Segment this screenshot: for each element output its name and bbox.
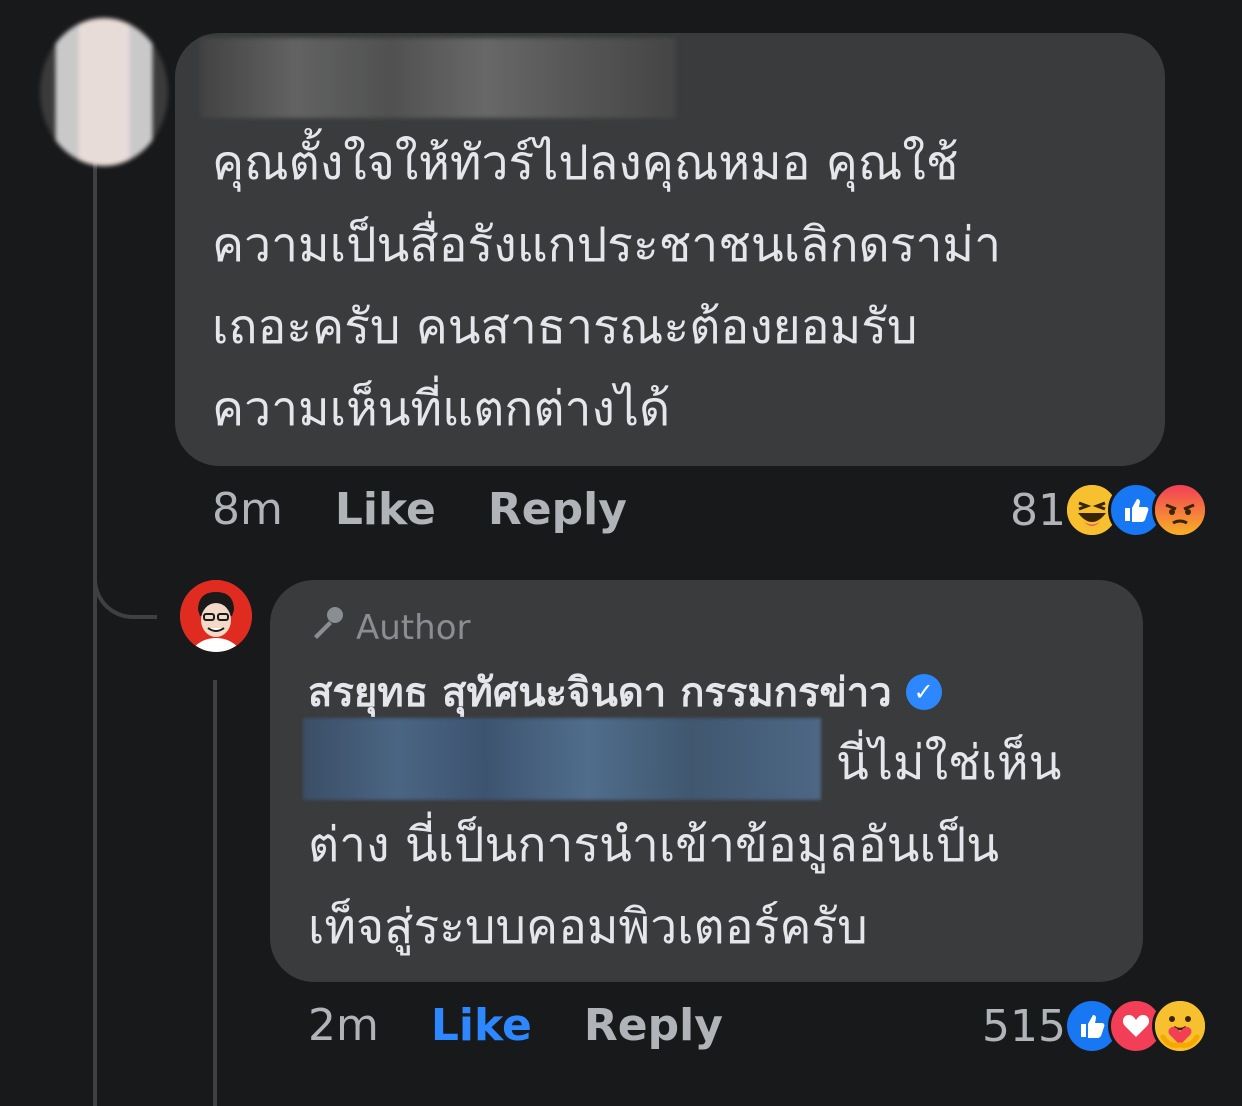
reply-like-button[interactable]: Like bbox=[431, 1000, 532, 1051]
thread-connector bbox=[93, 555, 157, 619]
comment-reactions[interactable]: 81 bbox=[1010, 482, 1208, 538]
care-icon bbox=[1152, 998, 1208, 1054]
reply-reply-button[interactable]: Reply bbox=[584, 1000, 723, 1051]
angry-icon bbox=[1152, 482, 1208, 538]
thread-line-main bbox=[93, 160, 97, 1106]
author-badge: Author bbox=[308, 604, 470, 651]
author-name[interactable]: สรยุทธ สุทัศนะจินดา กรรมกรข่าว ✓ bbox=[308, 660, 942, 724]
comment-reply-button[interactable]: Reply bbox=[488, 484, 627, 535]
reply-text-first-line: นี่ไม่ใช่เห็น bbox=[836, 735, 1062, 791]
comment-like-button[interactable]: Like bbox=[335, 484, 436, 535]
commenter-avatar[interactable] bbox=[40, 18, 168, 166]
microphone-icon bbox=[308, 604, 346, 651]
author-badge-label: Author bbox=[356, 607, 471, 648]
reply-reaction-count: 515 bbox=[982, 1000, 1066, 1052]
comment-timestamp[interactable]: 8m bbox=[212, 484, 283, 535]
mention-redacted[interactable] bbox=[303, 718, 821, 800]
verified-icon: ✓ bbox=[905, 674, 942, 710]
thread-line-reply bbox=[213, 680, 217, 1106]
comment-text: คุณตั้งใจให้ทัวร์ไปลงคุณหมอ คุณใช้ ความเ… bbox=[212, 135, 1002, 437]
reply-timestamp[interactable]: 2m bbox=[308, 1000, 379, 1051]
comment-actions: 8m Like Reply bbox=[212, 484, 679, 535]
author-name-text[interactable]: สรยุทธ สุทัศนะจินดา กรรมกรข่าว bbox=[308, 660, 892, 724]
comment-reaction-count: 81 bbox=[1010, 484, 1066, 536]
author-avatar[interactable] bbox=[180, 580, 252, 652]
reply-reactions[interactable]: 515 bbox=[982, 998, 1208, 1054]
reply-actions: 2m Like Reply bbox=[308, 1000, 775, 1051]
reply-text: ต่าง นี่เป็นการนำเข้าข้อมูลอันเป็น เท็จส… bbox=[308, 817, 1000, 955]
commenter-name-redacted[interactable] bbox=[200, 38, 676, 118]
